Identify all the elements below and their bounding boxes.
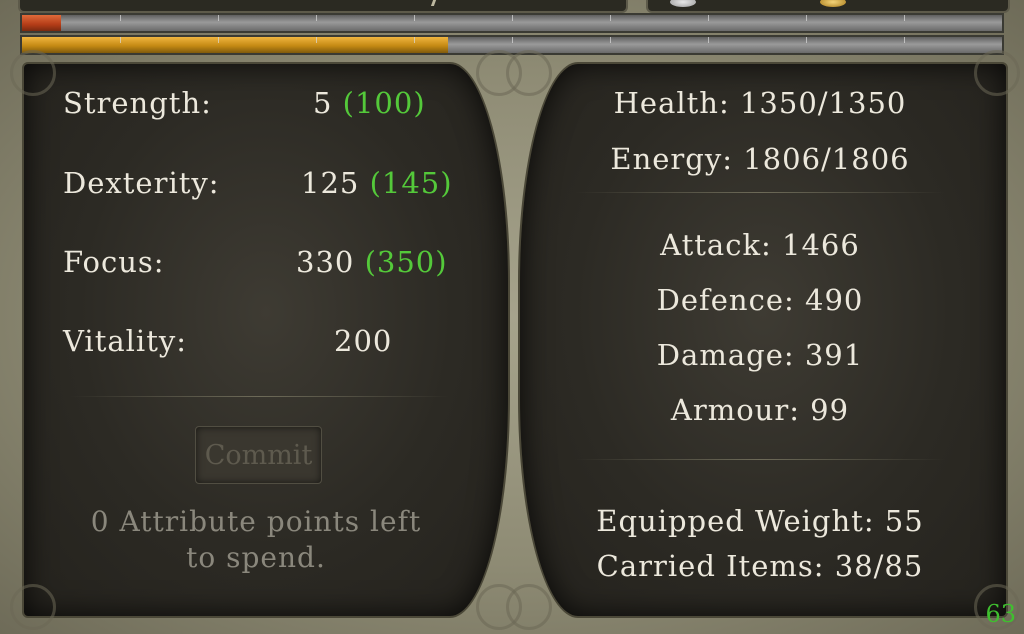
- divider: [575, 459, 945, 460]
- focus-value: 330 (350): [296, 245, 448, 279]
- bar-tick: [316, 15, 317, 21]
- commit-button[interactable]: Commit: [195, 426, 322, 484]
- attack-stat: Attack: 1466: [660, 228, 860, 262]
- points-remaining-line1: 0 Attribute points left: [90, 505, 422, 538]
- bar-tick: [414, 15, 415, 21]
- focus-label: Focus:: [63, 245, 165, 279]
- bar-tick: [218, 15, 219, 21]
- vitality-label: Vitality:: [63, 324, 188, 358]
- bar-tick: [316, 37, 317, 43]
- corner-ornament-icon: [506, 584, 552, 630]
- bar-tick: [806, 15, 807, 21]
- strength-value: 5 (100): [313, 86, 426, 120]
- defence-stat: Defence: 490: [656, 283, 864, 317]
- corner-ornament-icon: [974, 50, 1020, 96]
- health-bar-fill: [22, 15, 62, 31]
- top-tab-left: [18, 0, 628, 13]
- strength-bonus: (100): [342, 86, 426, 120]
- dexterity-bonus: (145): [369, 166, 453, 200]
- strength-label: Strength:: [63, 86, 212, 120]
- bar-tick: [806, 37, 807, 43]
- bar-tick: [904, 15, 905, 21]
- bar-tick: [708, 37, 709, 43]
- health-bar: [20, 13, 1004, 33]
- bar-tick: [120, 15, 121, 21]
- experience-bar-fill: [22, 37, 449, 53]
- bar-tick: [120, 37, 121, 43]
- carried-items-stat: Carried Items: 38/85: [596, 549, 924, 583]
- corner-ornament-icon: [10, 50, 56, 96]
- vitality-value: 200: [334, 324, 393, 358]
- corner-ornament-icon: [10, 584, 56, 630]
- divider: [575, 192, 945, 193]
- divider: [70, 396, 450, 397]
- energy-stat: Energy: 1806/1806: [610, 142, 910, 176]
- bar-tick: [218, 37, 219, 43]
- page-number: 63: [985, 600, 1016, 628]
- bar-tick: [904, 37, 905, 43]
- points-remaining-line2: to spend.: [186, 541, 326, 574]
- bar-tick: [708, 15, 709, 21]
- dexterity-value: 125 (145): [301, 166, 453, 200]
- dexterity-label: Dexterity:: [63, 166, 220, 200]
- tab-mark: [430, 0, 437, 6]
- health-stat: Health: 1350/1350: [613, 86, 907, 120]
- bar-tick: [610, 37, 611, 43]
- damage-stat: Damage: 391: [656, 338, 864, 372]
- equipped-weight-stat: Equipped Weight: 55: [596, 504, 924, 538]
- armour-stat: Armour: 99: [670, 393, 850, 427]
- focus-bonus: (350): [364, 245, 448, 279]
- bar-tick: [512, 37, 513, 43]
- corner-ornament-icon: [506, 50, 552, 96]
- bar-tick: [414, 37, 415, 43]
- bar-tick: [512, 15, 513, 21]
- bar-tick: [610, 15, 611, 21]
- experience-bar: [20, 35, 1004, 55]
